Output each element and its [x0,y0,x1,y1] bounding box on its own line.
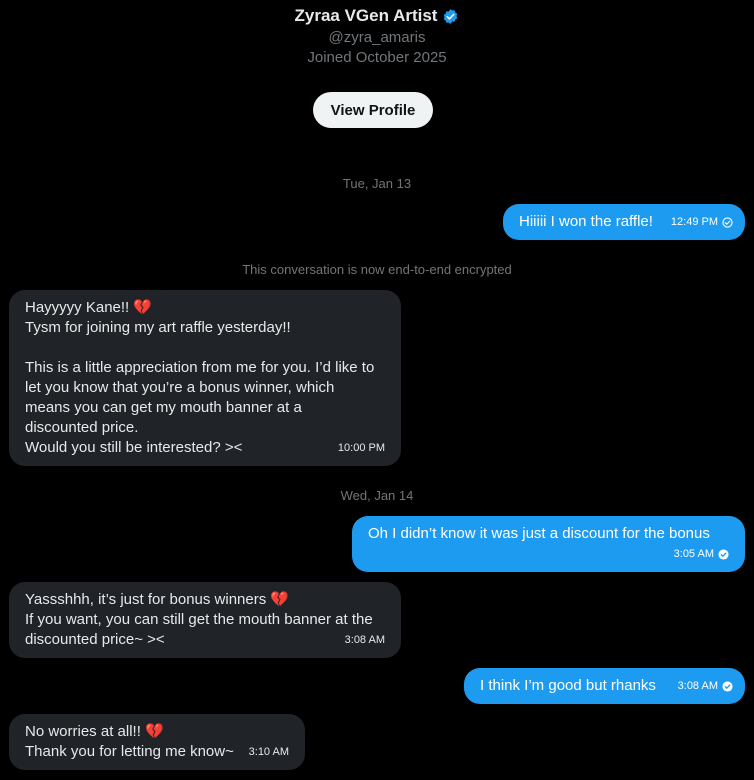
message-meta: 3:08 AM [678,676,733,696]
message-time: 3:08 AM [677,680,718,692]
date-separator: Tue, Jan 13 [342,176,412,191]
encryption-notice: This conversation is now end-to-end encr… [242,262,512,277]
message-outgoing[interactable]: I think I’m good but rhanks 3:08 AM [464,668,745,704]
date-separator: Wed, Jan 14 [340,488,414,503]
dm-conversation: Zyraa VGen Artist @zyra_amaris Joined Oc… [0,0,754,780]
profile-handle: @zyra_amaris [328,29,426,46]
message-text: Hiiiii I won the raffle! [519,213,653,230]
message-time: 3:10 AM [248,746,289,758]
message-text: I think I’m good but rhanks [480,677,656,694]
message-time: 12:49 PM [670,216,718,228]
message-time: 3:08 AM [344,634,385,646]
message-incoming[interactable]: No worries at all!! 💔 Thank you for lett… [9,714,305,770]
sent-check-icon [722,216,733,228]
message-outgoing[interactable]: Oh I didn’t know it was just a discount … [352,516,745,572]
message-incoming[interactable]: Yassshhh, it’s just for bonus winners 💔 … [9,582,401,658]
message-text: Yassshhh, it’s just for bonus winners 💔 … [25,591,373,648]
message-text: Oh I didn’t know it was just a discount … [368,525,710,542]
message-time: 10:00 PM [337,442,385,454]
message-outgoing[interactable]: Hiiiii I won the raffle! 12:49 PM [503,204,745,240]
message-time: 3:05 AM [673,548,714,560]
profile-joined-date: Joined October 2025 [307,49,447,66]
profile-name: Zyraa VGen Artist [294,6,438,25]
message-meta: 12:49 PM [671,212,733,232]
read-check-icon [722,680,733,692]
message-incoming[interactable]: Hayyyyy Kane!! 💔 Tysm for joining my art… [9,290,401,466]
message-text: Hayyyyy Kane!! 💔 Tysm for joining my art… [25,299,375,456]
profile-name-row: Zyraa VGen Artist [0,6,754,26]
message-meta: 3:05 AM [674,544,729,564]
view-profile-button[interactable]: View Profile [313,92,433,128]
verified-badge-icon [444,8,458,24]
read-check-icon [718,548,729,560]
